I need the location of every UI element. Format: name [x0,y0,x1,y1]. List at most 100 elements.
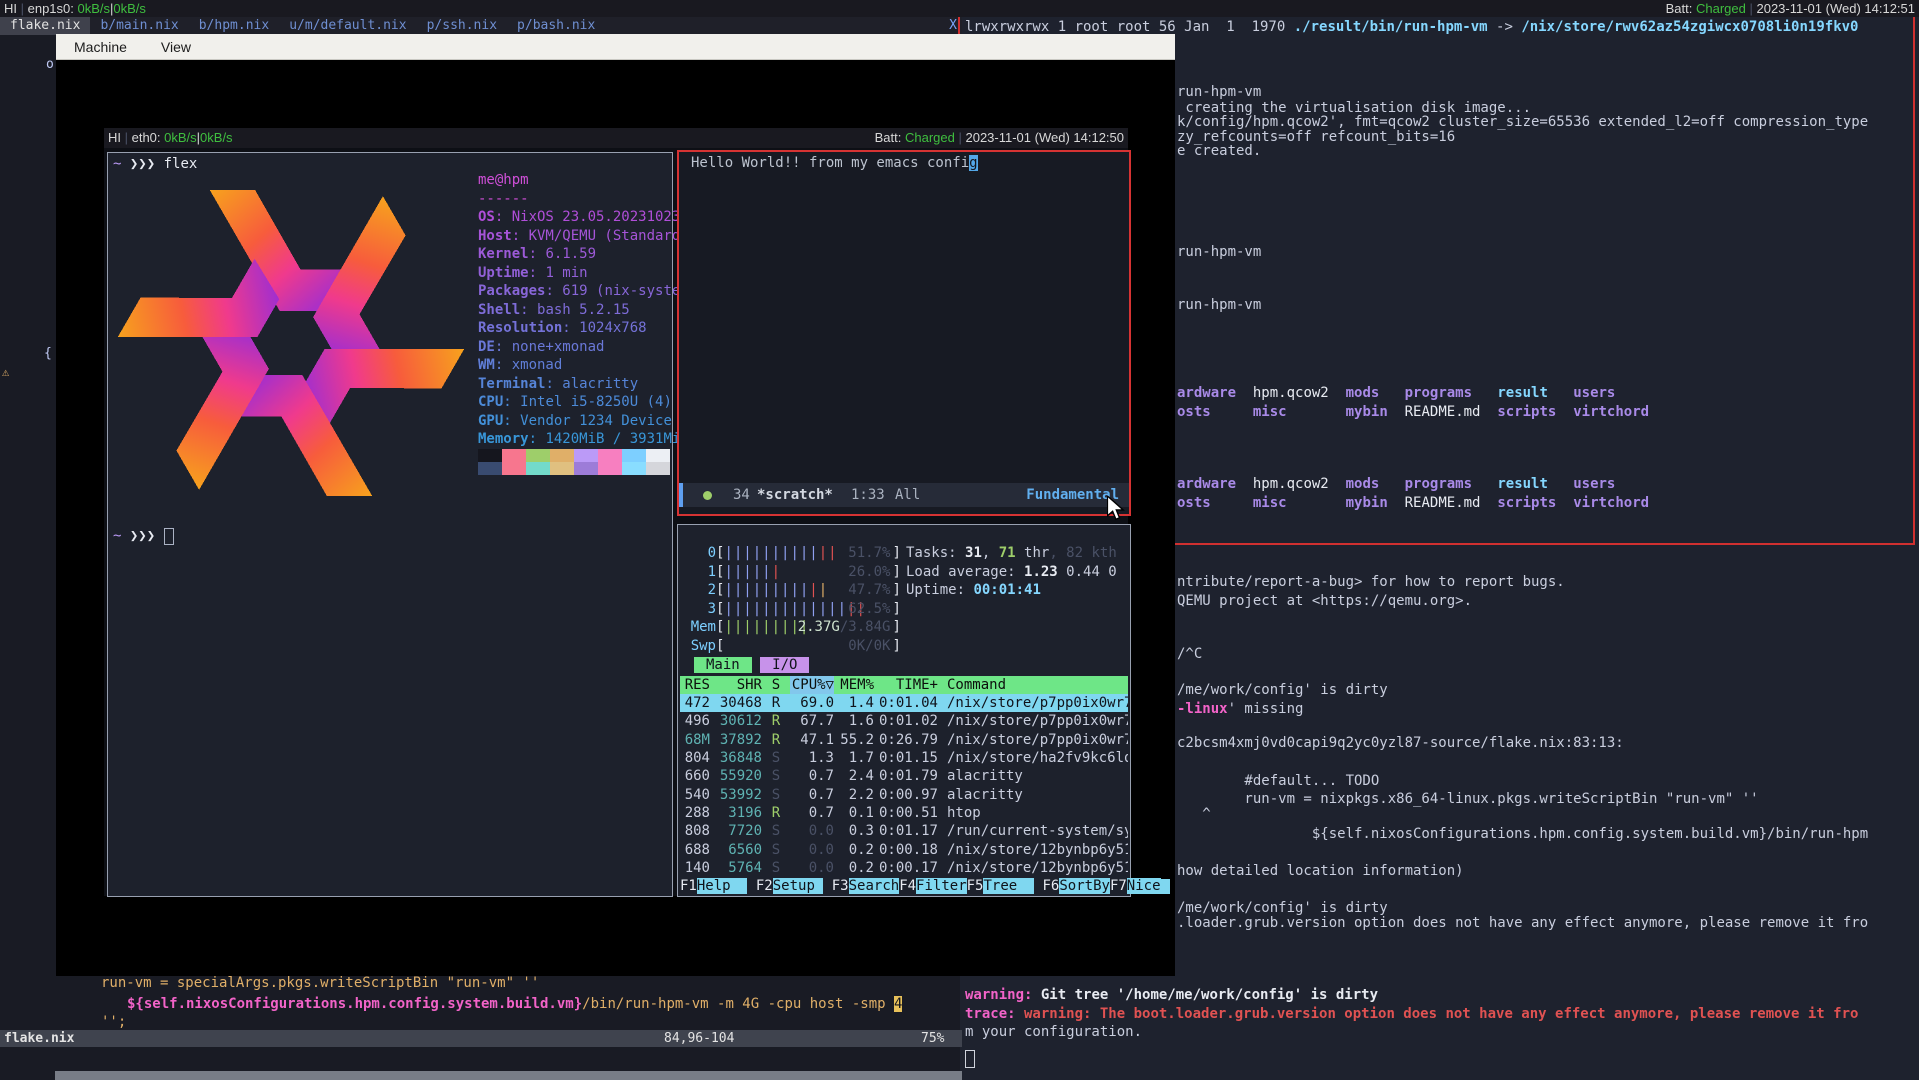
desktop-root: { "colors":{"focus_border":"#d63333","un… [0,0,1919,1080]
ls-arrow: -> [1488,19,1522,35]
meter-bars: |||||| [724,563,781,581]
process-row[interactable]: 2883196R0.70.10:00.51htop [680,804,1128,822]
column-shr[interactable]: SHR [710,676,762,694]
close-icon[interactable]: X [944,17,962,35]
fkey-label[interactable]: Help [697,878,748,894]
column-state[interactable]: S [762,676,790,694]
vim-tab-default[interactable]: u/m/default.nix [279,17,416,35]
emacs-buffer-text: Hello World!! from my emacs config [691,154,978,172]
terminal-neofetch-window[interactable]: ~ ❯❯❯ flex me@hp [107,152,673,897]
terminal-line: /me/work/config' is dirty [1177,681,1388,699]
meter-label: 2 [682,581,716,599]
emacs-window[interactable]: Hello World!! from my emacs config 34 *s… [677,150,1131,516]
dir-name: ardware [1177,476,1236,492]
fkey[interactable]: F4 [899,878,916,894]
terminal-line: QEMU project at <https://qemu.org>. [1177,592,1472,610]
qemu-vm-window[interactable]: Machine View HI | eth0: 0kB/s|0kB/s Batt… [56,34,1175,976]
buffer-status-dot [703,491,712,500]
fkey-label[interactable]: Tree [983,878,1034,894]
menu-machine[interactable]: Machine [74,34,127,59]
info-value: alacritty [562,376,638,392]
process-row[interactable]: 1405764S0.00.20:00.17/nix/store/12bynbp6… [680,859,1128,877]
window-edge-strip [55,1071,962,1080]
uptime: Uptime: 00:01:41 [906,581,1041,599]
dir-name: mods [1346,385,1380,401]
vm-menubar: Machine View [56,34,1175,60]
process-row[interactable]: 68M37892R47.155.20:26.79/nix/store/p7pp0… [680,731,1128,749]
warning-icon: ⚠ [2,365,9,379]
file-name: README.md [1405,404,1481,420]
process-row[interactable]: 66055920S0.72.40:01.79alacritty [680,767,1128,785]
process-row[interactable]: 6886560S0.00.20:00.18/nix/store/12bynbp6… [680,841,1128,859]
fkey-label[interactable]: SortBy [1059,878,1110,894]
info-label: Resolution [478,320,562,336]
cpu-meter: 0[||||||||||||51.7%] [682,544,901,562]
spacer [1388,404,1405,420]
vim-tab-bash[interactable]: p/bash.nix [507,17,605,35]
caret-marker: ^ [1177,805,1211,823]
process-row[interactable]: 49630612R67.71.60:01.02/nix/store/p7pp0i… [680,712,1128,730]
prompt-path: ~ [113,156,121,172]
htop-tabs: Main I/O [694,656,809,674]
vim-tab-hpm[interactable]: b/hpm.nix [189,17,279,35]
fkey[interactable]: F3 [832,878,849,894]
column-command[interactable]: Command [938,676,1128,694]
statusline-percent: 75% [921,1030,944,1047]
ls-permissions: lrwxrwxrwx 1 root root 56 Jan 1 1970 [965,19,1294,35]
fkey-label[interactable]: Setup [773,878,824,894]
info-value: xmonad [512,357,563,373]
spacer [1472,476,1497,492]
spacer [1287,404,1346,420]
spacer [1548,476,1573,492]
warning-label: warning: [965,987,1032,1003]
neofetch-info-line: Uptime: 1 min [478,264,588,282]
vm-framebuffer[interactable]: HI | eth0: 0kB/s|0kB/s Batt: Charged | 2… [104,128,1128,896]
info-label: WM [478,357,495,373]
meter-label: Swp [682,637,716,655]
process-row[interactable]: 54053992S0.72.20:00.97alacritty [680,786,1128,804]
column-mem[interactable]: MEM% [834,676,874,694]
fkey[interactable]: F2 [756,878,773,894]
info-value: 6.1.59 [545,246,596,262]
palette-swatch [574,462,598,475]
palette-swatch [598,462,622,475]
vim-tab-main[interactable]: b/main.nix [90,17,188,35]
palette-swatch [478,462,502,475]
htop-window[interactable]: 0[||||||||||||51.7%] 1[||||||26.0%] 2[||… [677,524,1131,897]
palette-swatch [550,449,574,462]
meter-field: ||||||||||||51.7% [724,544,892,562]
fkey-label[interactable]: Search [849,878,900,894]
dir-name: mybin [1346,495,1388,511]
info-value: 1 min [545,265,587,281]
warning-line: .loader.grub.version option does not hav… [1177,914,1868,932]
swap-meter: Swp[0K/0K] [682,637,901,655]
fkey-label[interactable]: Filter [916,878,967,894]
tab-main[interactable]: Main [694,657,752,673]
fkey[interactable]: F1 [680,878,697,894]
column-time[interactable]: TIME+ [874,676,938,694]
fkey[interactable]: F6 [1043,878,1060,894]
column-res[interactable]: RES [680,676,710,694]
terminal-line: run-vm = nixpkgs.x86_64-linux.pkgs.write… [1177,790,1759,808]
text-segment: Hello World!! from my emacs confi [691,155,969,171]
tab-io[interactable]: I/O [760,657,809,673]
vim-tab-ssh[interactable]: p/ssh.nix [417,17,507,35]
process-row[interactable]: 47230468R69.01.40:01.04/nix/store/p7pp0i… [680,694,1128,712]
neofetch-info-line: CPU: Intel i5-8250U (4) [478,393,672,411]
dir-name: programs [1405,385,1472,401]
fkey[interactable]: F5 [967,878,984,894]
fkey[interactable]: F7 [1110,878,1127,894]
column-cpu-sort[interactable]: CPU%▽ [790,676,834,694]
dir-listing-line: osts misc mybin README.md scripts virtch… [1177,403,1649,421]
menu-view[interactable]: View [161,34,191,59]
dir-name: ardware [1177,385,1236,401]
vim-tab-flake[interactable]: flake.nix [0,17,90,35]
process-row[interactable]: 8087720S0.00.30:01.17/run/current-system… [680,822,1128,840]
fkey-label[interactable]: Nice [1127,878,1161,894]
meter-bars: ||||||||| [724,618,809,636]
meter-field: |||||||||2.37G/3.84G [724,618,892,636]
prompt-chevrons-icon: ❯❯❯ [130,156,155,172]
cpu-meter: 3[|||||||||||||||62.5%] [682,600,901,618]
process-row[interactable]: 80436848S1.31.70:01.15/nix/store/ha2fv9k… [680,749,1128,767]
tasks-summary: Tasks: 31, 71 thr, 82 kth [906,544,1117,562]
